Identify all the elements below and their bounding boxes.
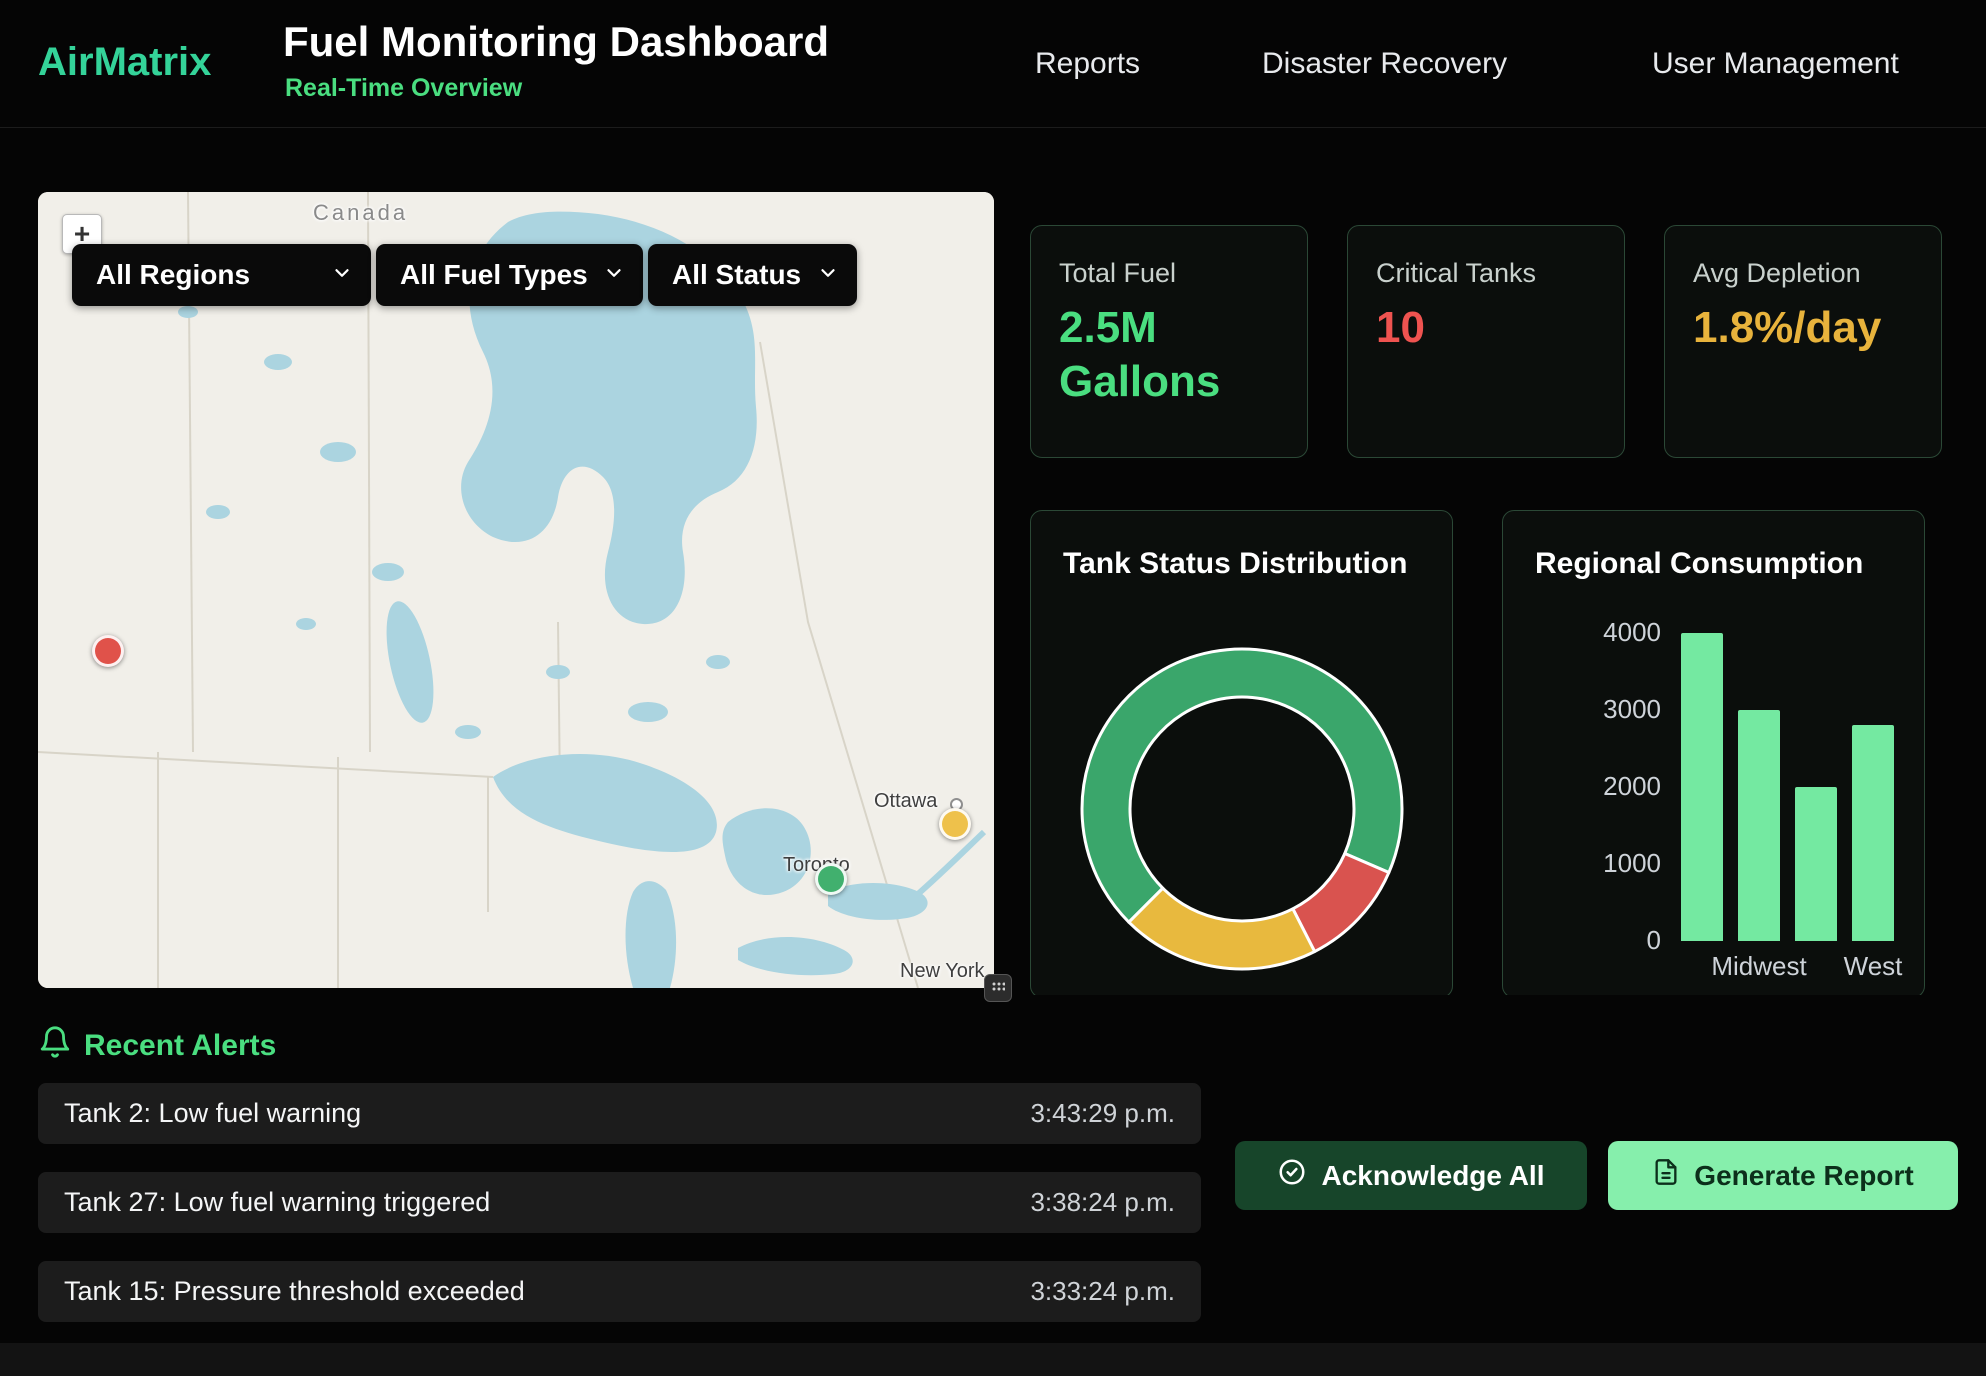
critical-tanks-value: 10 <box>1376 301 1571 355</box>
header: AirMatrix Fuel Monitoring Dashboard Real… <box>0 0 1986 128</box>
bar-0 <box>1681 633 1723 941</box>
critical-tanks-card: Critical Tanks 10 <box>1347 225 1625 458</box>
y-tick-label: 4000 <box>1573 617 1661 648</box>
map-marker-normal[interactable] <box>815 863 847 895</box>
regional-consumption-card: Regional Consumption 0 1000 2000 3000 4000 M… <box>1502 510 1925 998</box>
x-tick-label: West <box>1844 951 1903 982</box>
map-label-new-york: New York <box>900 960 985 983</box>
alert-message: Tank 2: Low fuel warning <box>64 1098 361 1129</box>
map-marker-critical[interactable] <box>92 635 124 667</box>
chevron-down-icon <box>817 259 839 291</box>
critical-tanks-label: Critical Tanks <box>1376 258 1596 289</box>
acknowledge-all-button[interactable]: Acknowledge All <box>1235 1141 1587 1210</box>
file-text-icon <box>1652 1158 1680 1193</box>
app-logo: AirMatrix <box>38 40 211 85</box>
generate-report-label: Generate Report <box>1694 1160 1913 1192</box>
map-marker-warning[interactable] <box>939 808 971 840</box>
map-label-canada: Canada <box>313 200 408 226</box>
chevron-down-icon <box>331 259 353 291</box>
y-tick-label: 0 <box>1573 925 1661 956</box>
y-tick-label: 3000 <box>1573 694 1661 725</box>
alert-timestamp: 3:38:24 p.m. <box>1030 1187 1175 1218</box>
avg-depletion-value: 1.8%/day <box>1693 301 1888 355</box>
total-fuel-value: 2.5M Gallons <box>1059 301 1254 408</box>
map-canvas <box>38 192 994 988</box>
fuel-type-filter-dropdown[interactable]: All Fuel Types <box>376 244 643 306</box>
total-fuel-card: Total Fuel 2.5M Gallons <box>1030 225 1308 458</box>
bar-1 <box>1738 710 1780 941</box>
alert-message: Tank 27: Low fuel warning triggered <box>64 1187 490 1218</box>
y-tick-label: 1000 <box>1573 848 1661 879</box>
nav-disaster-recovery[interactable]: Disaster Recovery <box>1262 0 1507 127</box>
generate-report-button[interactable]: Generate Report <box>1608 1141 1958 1210</box>
footer-bar <box>0 1343 1986 1376</box>
alert-row[interactable]: Tank 27: Low fuel warning triggered 3:38… <box>38 1172 1201 1233</box>
bar-chart-plot-area: MidwestWest <box>1681 633 1901 941</box>
alert-message: Tank 15: Pressure threshold exceeded <box>64 1276 525 1307</box>
regional-consumption-chart-title: Regional Consumption <box>1535 547 1863 581</box>
avg-depletion-label: Avg Depletion <box>1693 258 1913 289</box>
status-filter-value: All Status <box>672 259 801 291</box>
page-subtitle: Real-Time Overview <box>285 74 522 103</box>
nav-user-management[interactable]: User Management <box>1652 0 1899 127</box>
avg-depletion-card: Avg Depletion 1.8%/day <box>1664 225 1942 458</box>
tank-status-donut-chart <box>1070 637 1414 981</box>
acknowledge-all-label: Acknowledge All <box>1321 1160 1544 1192</box>
region-filter-value: All Regions <box>96 259 250 291</box>
page-title: Fuel Monitoring Dashboard <box>283 18 829 66</box>
map-label-ottawa: Ottawa <box>874 790 937 813</box>
region-filter-dropdown[interactable]: All Regions <box>72 244 371 306</box>
regional-consumption-bar-chart: 01000200030004000 MidwestWest <box>1573 633 1913 941</box>
resize-handle-icon[interactable] <box>984 974 1012 1002</box>
bar-chart-y-axis: 01000200030004000 <box>1573 633 1661 941</box>
tank-status-chart-title: Tank Status Distribution <box>1063 547 1407 581</box>
donut-slice-warning <box>1129 888 1315 969</box>
chevron-down-icon <box>603 259 625 291</box>
alert-row[interactable]: Tank 2: Low fuel warning 3:43:29 p.m. <box>38 1083 1201 1144</box>
nav-reports[interactable]: Reports <box>1035 0 1140 127</box>
bell-icon <box>38 1025 72 1064</box>
fuel-monitoring-dashboard: AirMatrix Fuel Monitoring Dashboard Real… <box>0 0 1986 1376</box>
recent-alerts-heading: Recent Alerts <box>84 1029 276 1063</box>
bar-2 <box>1795 787 1837 941</box>
status-filter-dropdown[interactable]: All Status <box>648 244 857 306</box>
tank-map[interactable]: + All Regions All Fuel Types All Status … <box>38 192 994 988</box>
bar-3 <box>1852 725 1894 941</box>
x-tick-label: Midwest <box>1711 951 1806 982</box>
alert-row[interactable]: Tank 15: Pressure threshold exceeded 3:3… <box>38 1261 1201 1322</box>
y-tick-label: 2000 <box>1573 771 1661 802</box>
total-fuel-label: Total Fuel <box>1059 258 1279 289</box>
fuel-type-filter-value: All Fuel Types <box>400 259 588 291</box>
check-circle-icon <box>1277 1157 1307 1194</box>
alert-timestamp: 3:43:29 p.m. <box>1030 1098 1175 1129</box>
tank-status-distribution-card: Tank Status Distribution <box>1030 510 1453 998</box>
alert-timestamp: 3:33:24 p.m. <box>1030 1276 1175 1307</box>
recent-alerts-section: Recent Alerts Tank 2: Low fuel warning 3… <box>0 995 1986 1343</box>
